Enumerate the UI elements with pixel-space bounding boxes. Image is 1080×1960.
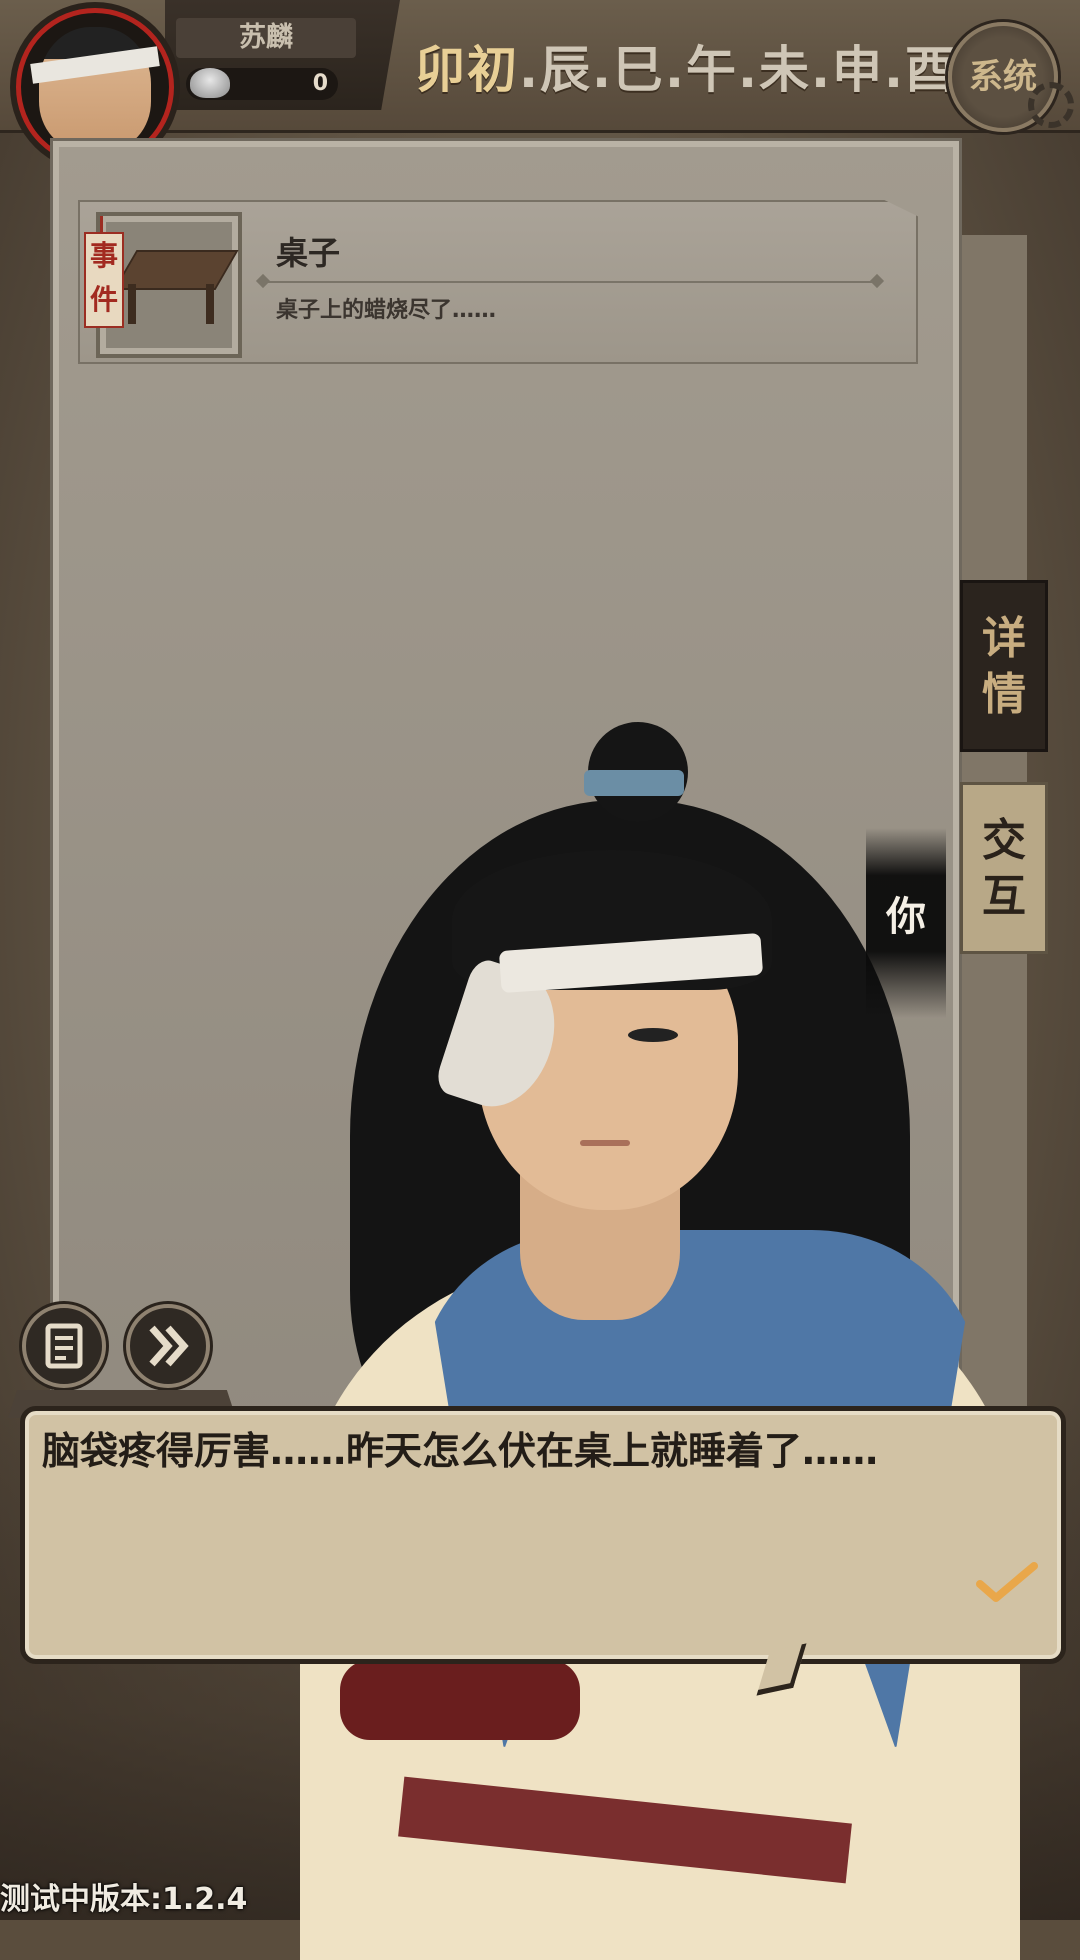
character-hair-ribbon bbox=[584, 770, 684, 796]
time-segment: 申 bbox=[832, 41, 884, 99]
fast-forward-button[interactable] bbox=[126, 1304, 210, 1388]
checkmark-icon bbox=[976, 1562, 1038, 1602]
silver-count: 0 bbox=[312, 71, 328, 96]
table-leg bbox=[206, 284, 214, 324]
tab-interact[interactable]: 交互 bbox=[960, 782, 1048, 954]
tab-detail[interactable]: 详情 bbox=[960, 580, 1048, 752]
speaker-label: 你 bbox=[886, 894, 926, 940]
time-segment: 卯初 bbox=[415, 41, 519, 99]
fast-forward-icon bbox=[149, 1325, 189, 1367]
time-segment: 辰 bbox=[540, 41, 592, 99]
gear-icon bbox=[1028, 82, 1074, 128]
confirm-button[interactable] bbox=[976, 1560, 1038, 1604]
time-segment: 巳 bbox=[613, 41, 665, 99]
table-leg bbox=[128, 284, 136, 324]
event-divider bbox=[262, 281, 878, 283]
character-eye bbox=[628, 1028, 678, 1042]
time-separator: . bbox=[738, 41, 759, 99]
character-arm bbox=[340, 1660, 580, 1740]
time-segment: 未 bbox=[759, 41, 811, 99]
event-tag: 事件 bbox=[84, 232, 124, 328]
character-mouth bbox=[580, 1140, 630, 1146]
dialogue-text: 脑袋疼得厉害……昨天怎么伏在桌上就睡着了…… bbox=[42, 1429, 879, 1473]
time-separator: . bbox=[665, 41, 686, 99]
player-name: 苏麟 bbox=[176, 18, 356, 58]
time-of-day-bar: 卯初.辰.巳.午.未.申.酉.戌 bbox=[415, 30, 1030, 100]
time-separator: . bbox=[519, 41, 540, 99]
event-description: 桌子上的蜡烧尽了…… bbox=[276, 298, 497, 323]
event-title: 桌子 bbox=[276, 234, 341, 272]
time-segment: 午 bbox=[686, 41, 738, 99]
log-icon bbox=[45, 1323, 83, 1369]
time-separator: . bbox=[811, 41, 832, 99]
portrait-icon bbox=[39, 27, 151, 151]
version-label: 测试中版本:1.2.4 bbox=[0, 1882, 248, 1917]
log-button[interactable] bbox=[22, 1304, 106, 1388]
time-separator: . bbox=[592, 41, 613, 99]
silver-ingot-icon bbox=[190, 68, 230, 98]
time-separator: . bbox=[884, 41, 905, 99]
